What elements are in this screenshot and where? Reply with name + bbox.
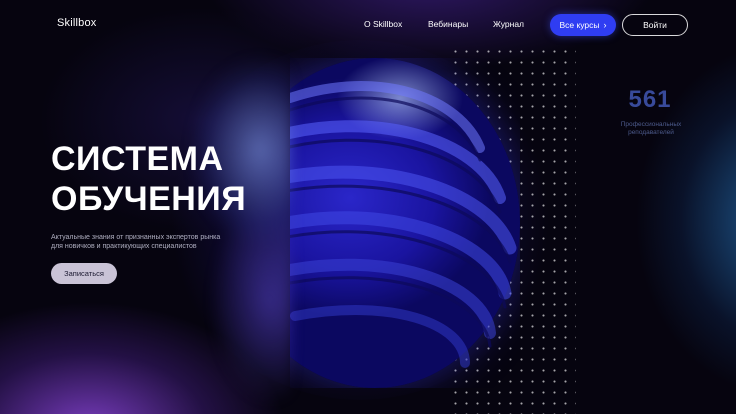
signup-button[interactable]: Записаться bbox=[51, 263, 117, 284]
login-label: Войти bbox=[643, 20, 667, 30]
nav-link-about[interactable]: О Skillbox bbox=[364, 19, 402, 29]
all-courses-button[interactable]: Все курсы › bbox=[550, 14, 616, 36]
signup-label: Записаться bbox=[64, 269, 104, 278]
chevron-right-icon: › bbox=[603, 20, 607, 30]
sphere-illustration bbox=[290, 58, 520, 388]
landing-page: Skillbox О Skillbox Вебинары Журнал Все … bbox=[0, 0, 736, 414]
sphere-ridges bbox=[290, 81, 517, 368]
skillbox-logo[interactable]: Skillbox bbox=[57, 17, 97, 29]
teachers-label-line2: реподавателей bbox=[628, 129, 674, 136]
twisted-sphere bbox=[290, 58, 520, 388]
frosted-glass-overlay bbox=[160, 40, 292, 414]
nav-link-webinars[interactable]: Вебинары bbox=[428, 19, 468, 29]
hero-title-line2: ОБУЧЕНИЯ bbox=[51, 180, 247, 218]
nav-link-journal[interactable]: Журнал bbox=[493, 19, 524, 29]
teachers-label-line1: Профессиональных bbox=[620, 121, 682, 128]
hero-title: СИСТЕМА ОБУЧЕНИЯ bbox=[51, 139, 311, 219]
hero-subtitle-line1: Актуальные знания от признанных эксперто… bbox=[51, 234, 221, 241]
hero-subtitle-line2: для новичков и практикующих специалистов bbox=[51, 242, 197, 250]
all-courses-label: Все курсы bbox=[559, 20, 600, 30]
login-button[interactable]: Войти bbox=[622, 14, 688, 36]
hero-title-line1: СИСТЕМА bbox=[51, 140, 224, 178]
teachers-count: 561 bbox=[628, 86, 672, 113]
hero-subtitle: Актуальные знания от признанных эксперто… bbox=[51, 234, 261, 251]
teachers-count-label: Профессиональных реподавателей bbox=[608, 121, 694, 137]
